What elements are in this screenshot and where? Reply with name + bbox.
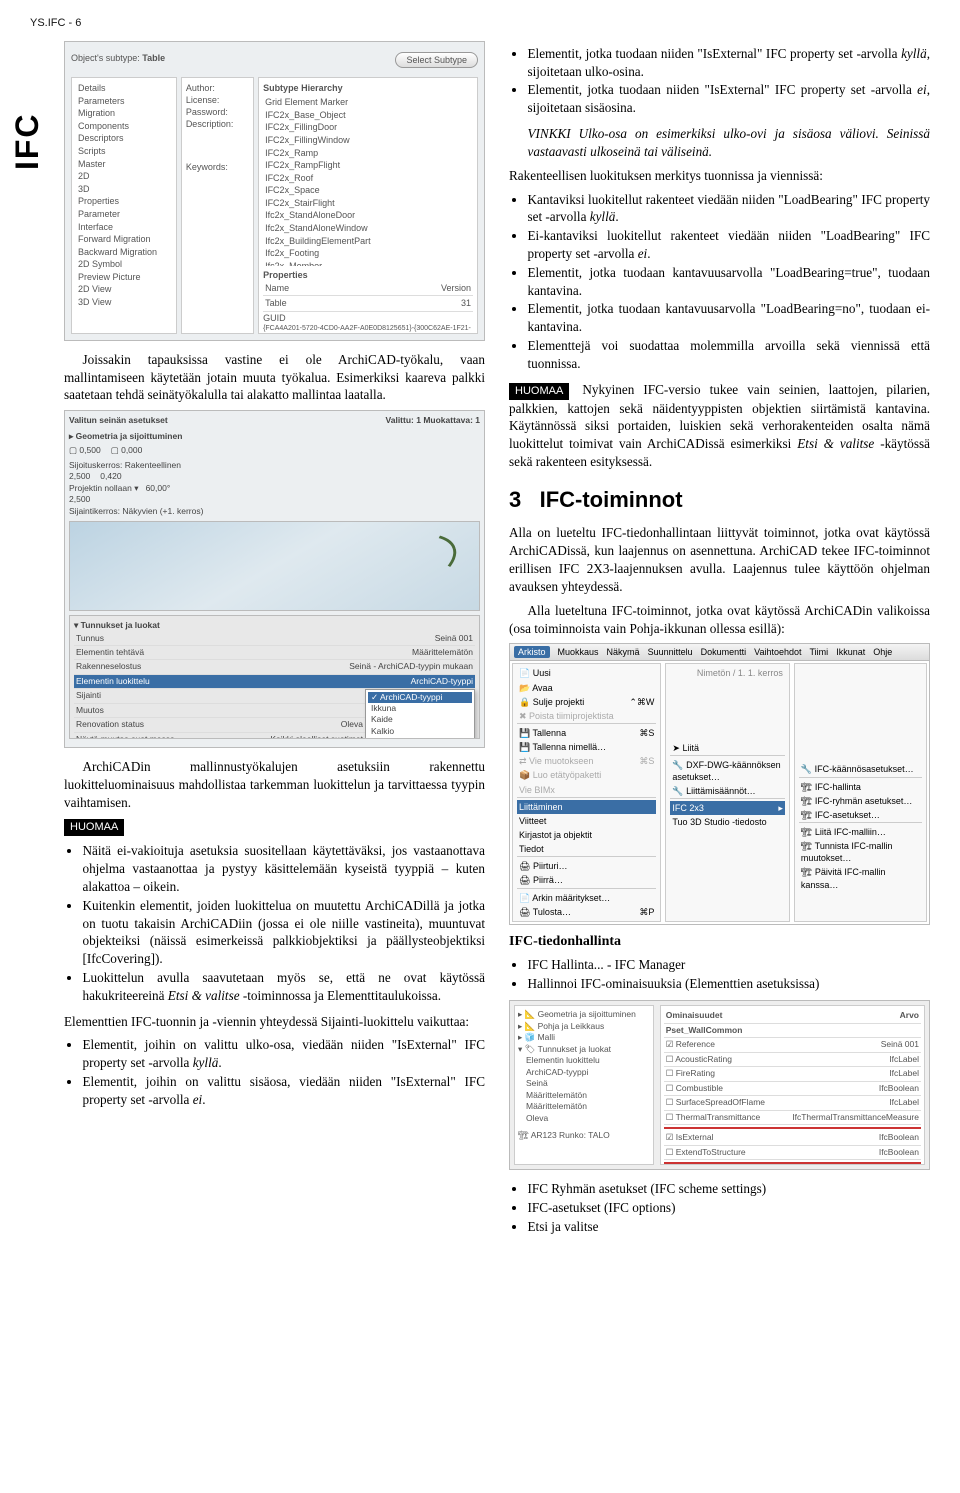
- menu-arkisto[interactable]: Arkisto: [514, 646, 550, 658]
- hint-text: VINKKI Ulko-osa on esimerkiksi ulko-ovi …: [527, 125, 930, 161]
- body-text: Rakenteellisen luokituksen merkitys tuon…: [509, 167, 930, 185]
- select-subtype-button[interactable]: Select Subtype: [395, 52, 478, 68]
- ifc-subtype-list[interactable]: Grid Element MarkerIFC2x_Base_Object IFC…: [263, 96, 473, 266]
- body-text: Alla on lueteltu IFC-tiedonhallintaan li…: [509, 524, 930, 595]
- bullet-list: Elementit, joihin on valittu ulko-osa, v…: [82, 1036, 485, 1108]
- huomaa-block: HUOMAA Nykyinen IFC-versio tukee vain se…: [509, 381, 930, 471]
- page-header: YS.IFC - 6: [30, 16, 930, 31]
- body-text: Elementtien IFC-tuonnin ja -viennin yhte…: [64, 1013, 485, 1031]
- body-text: Joissakin tapauksissa vastine ei ole Arc…: [64, 351, 485, 404]
- bullet-list: Elementit, jotka tuodaan niiden "IsExter…: [527, 45, 930, 117]
- fig-ifc-properties: ▸ 📐 Geometria ja sijoittuminen ▸ 📐 Pohja…: [509, 1000, 930, 1170]
- huomaa-block: HUOMAA: [64, 817, 485, 836]
- subheading: IFC-tiedonhallinta: [509, 933, 930, 952]
- classification-menu[interactable]: ✓ ArchiCAD-tyyppi IkkunaKaide KalkioKalu…: [365, 689, 475, 739]
- bullet-list: Näitä ei-vakioituja asetuksia suositella…: [82, 842, 485, 1004]
- bullet-list: Kantaviksi luokitellut rakenteet viedään…: [527, 191, 930, 373]
- body-text: ArchiCADin mallinnustyökalujen asetuksii…: [64, 758, 485, 811]
- bullet-list: IFC Ryhmän asetukset (IFC scheme setting…: [527, 1180, 930, 1235]
- dialog-nav-list[interactable]: DetailsParameters MigrationComponents De…: [76, 82, 172, 309]
- section-heading: 3 IFC-toiminnot: [509, 485, 930, 515]
- fig-subtype-dialog: Object's subtype: Table Select Subtype D…: [64, 41, 485, 341]
- bullet-list: IFC Hallinta... - IFC Manager Hallinnoi …: [527, 956, 930, 993]
- body-text: Alla lueteltuna IFC-toiminnot, jotka ova…: [509, 602, 930, 638]
- fig-menubar: Arkisto MuokkausNäkymä SuunnitteluDokume…: [509, 643, 930, 925]
- fig-wall-settings: Valitun seinän asetuksetValittu: 1 Muoka…: [64, 410, 485, 748]
